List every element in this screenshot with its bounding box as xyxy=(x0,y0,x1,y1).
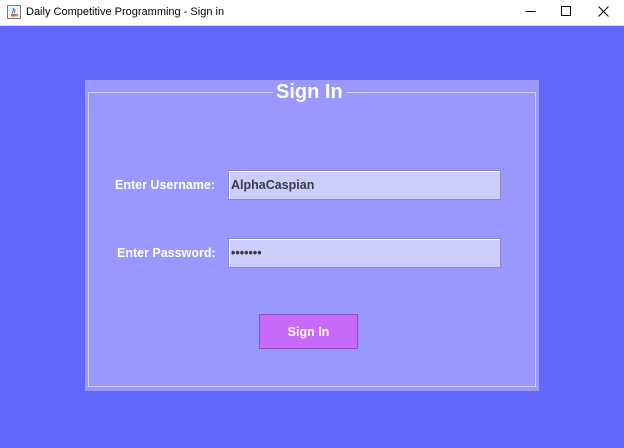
close-button[interactable] xyxy=(585,0,621,25)
maximize-button[interactable] xyxy=(548,0,584,25)
form-heading: Sign In xyxy=(273,81,346,103)
username-label: Enter Username: xyxy=(115,178,216,192)
close-icon xyxy=(597,4,609,22)
password-label: Enter Password: xyxy=(117,246,216,260)
sign-in-button[interactable]: Sign In xyxy=(259,314,358,349)
window-title: Daily Competitive Programming - Sign in xyxy=(26,6,225,18)
password-input[interactable] xyxy=(228,238,501,268)
java-coffee-icon xyxy=(7,5,21,19)
username-input[interactable] xyxy=(228,170,501,200)
minimize-button[interactable] xyxy=(512,0,548,25)
sign-in-panel: Sign In Enter Username: Enter Password: … xyxy=(85,80,539,391)
app-window: Daily Competitive Programming - Sign in … xyxy=(0,0,624,448)
maximize-icon xyxy=(560,4,572,22)
minimize-icon xyxy=(525,4,536,22)
title-bar[interactable]: Daily Competitive Programming - Sign in xyxy=(0,0,624,26)
